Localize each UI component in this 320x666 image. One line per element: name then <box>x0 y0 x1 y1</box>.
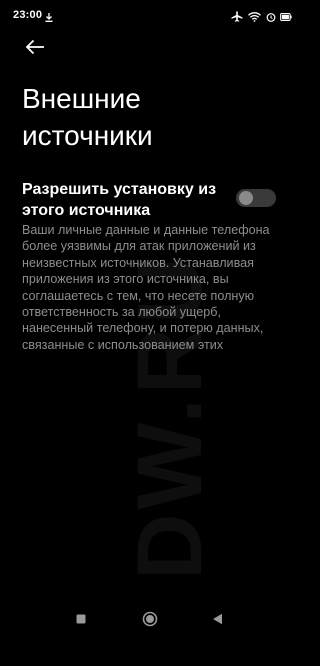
nav-back-button[interactable] <box>209 611 225 627</box>
airplane-mode-icon <box>231 9 243 27</box>
wifi-icon <box>248 9 261 27</box>
allow-install-label: Разрешить установку из этого источника <box>22 181 217 219</box>
recents-button[interactable] <box>73 611 89 627</box>
allow-install-setting[interactable]: Разрешить установку из этого источника <box>22 175 280 225</box>
download-icon <box>45 9 53 27</box>
screen: DW.RU 23:00 Внешние источники Разрешить … <box>0 0 300 666</box>
page-title: Внешние источники <box>22 83 153 151</box>
back-button[interactable] <box>22 34 48 60</box>
home-icon <box>142 611 158 627</box>
recents-icon <box>76 614 86 624</box>
navigation-bar <box>0 604 300 634</box>
status-bar: 23:00 <box>0 0 300 30</box>
arrow-left-icon <box>25 39 44 55</box>
status-time: 23:00 <box>13 9 43 21</box>
home-button[interactable] <box>142 611 158 627</box>
back-triangle-icon <box>212 613 222 625</box>
warning-text: Ваши личные данные и данные телефона бол… <box>22 223 270 352</box>
allow-install-toggle[interactable] <box>236 189 276 207</box>
toggle-knob <box>239 191 253 205</box>
alarm-icon <box>266 9 276 27</box>
battery-icon <box>280 9 292 27</box>
